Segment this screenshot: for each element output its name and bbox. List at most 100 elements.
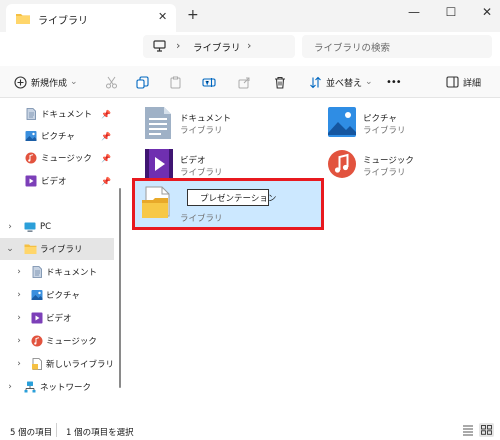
large-icons-view-button[interactable] (479, 423, 494, 437)
delete-button[interactable] (272, 73, 288, 91)
library-item-pictures[interactable]: ピクチャ ライブラリ (327, 104, 447, 144)
details-view-icon[interactable] (462, 425, 474, 439)
title-bar: ライブラリ ✕ + — ☐ ✕ (0, 0, 500, 32)
scrollbar-thumb[interactable] (119, 188, 121, 388)
chevron-down-icon[interactable]: ⌄ (5, 244, 15, 254)
chevron-right-icon[interactable]: › (14, 336, 24, 346)
new-button[interactable]: 新規作成 ⌄ (12, 73, 78, 91)
item-count: 5 個の項目 (10, 428, 53, 438)
item-type: ライブラリ (180, 126, 223, 136)
chevron-right-icon[interactable]: › (14, 290, 24, 300)
sidebar-item-documents[interactable]: › ドキュメント (0, 261, 114, 283)
pictures-icon (25, 130, 37, 142)
video-icon (144, 148, 174, 183)
tab-close-icon[interactable]: ✕ (158, 10, 167, 23)
rename-button[interactable] (201, 73, 217, 91)
sidebar-item-network[interactable]: › ネットワーク (0, 376, 114, 398)
tab-title: ライブラリ (38, 16, 88, 27)
pc-icon (24, 221, 36, 233)
new-tab-button[interactable]: + (187, 8, 199, 22)
sidebar-item-libraries[interactable]: ⌄ ライブラリ (0, 238, 114, 260)
sidebar-item-label: ミュージック (46, 337, 97, 347)
folder-icon (24, 243, 37, 255)
chevron-right-icon[interactable]: › (14, 267, 24, 277)
paste-button[interactable] (167, 73, 183, 91)
details-button[interactable]: 詳細 (444, 73, 481, 91)
pin-icon: 📌 (101, 131, 111, 141)
sidebar-item-label: ミュージック (41, 154, 92, 164)
sidebar-item-label: ビデオ (46, 314, 72, 324)
sidebar-item-label: ビデオ (41, 177, 67, 187)
chevron-right-icon[interactable]: › (5, 222, 15, 232)
share-icon (236, 74, 252, 90)
sidebar-item-pc[interactable]: › PC (0, 216, 114, 238)
network-icon (24, 381, 36, 393)
more-options-button[interactable]: ••• (386, 73, 402, 91)
navigation-pane: ドキュメント 📌 ピクチャ 📌 ミュージック 📌 ビデオ 📌 › PC ⌄ ライ… (0, 98, 118, 412)
sidebar-item-label: ライブラリ (40, 245, 83, 255)
rename-icon (201, 74, 217, 90)
rename-input[interactable]: プレゼンテーション (187, 189, 276, 206)
quick-access-documents[interactable]: ドキュメント 📌 (0, 103, 114, 125)
close-window-button[interactable]: ✕ (479, 4, 495, 20)
sidebar-item-label: 新しいライブラリ (46, 360, 115, 370)
status-divider (56, 423, 57, 437)
details-pane-icon (444, 74, 460, 90)
chevron-right-icon[interactable]: › (5, 382, 15, 392)
item-type: ライブラリ (363, 168, 406, 178)
music-icon (31, 335, 43, 347)
sidebar-item-music[interactable]: › ミュージック (0, 330, 114, 352)
sort-label: 並べ替え (326, 78, 363, 89)
sidebar-item-new-library[interactable]: › 新しいライブラリ (0, 353, 114, 375)
music-icon (25, 152, 37, 164)
video-icon (25, 175, 37, 187)
music-icon (327, 148, 357, 183)
sort-button[interactable]: 並べ替え ⌄ (307, 73, 373, 91)
tab-libraries[interactable]: ライブラリ ✕ (6, 4, 176, 32)
share-button[interactable] (236, 73, 252, 91)
quick-access-videos[interactable]: ビデオ 📌 (0, 170, 114, 192)
breadcrumb-chevron[interactable]: › (247, 39, 251, 52)
item-type: ライブラリ (180, 168, 223, 178)
sidebar-item-pictures[interactable]: › ピクチャ (0, 284, 114, 306)
monitor-icon (153, 40, 166, 55)
copy-button[interactable] (134, 73, 150, 91)
quick-access-pictures[interactable]: ピクチャ 📌 (0, 125, 114, 147)
minimize-button[interactable]: — (406, 4, 422, 20)
library-item-music[interactable]: ミュージック ライブラリ (327, 146, 447, 186)
cut-button[interactable] (103, 73, 119, 91)
new-library-icon (31, 358, 43, 370)
chevron-right-icon[interactable]: › (14, 313, 24, 323)
item-name: ピクチャ (363, 114, 397, 124)
library-item-documents[interactable]: ドキュメント ライブラリ (144, 104, 264, 144)
item-name: ビデオ (180, 156, 206, 166)
clipboard-icon (167, 74, 183, 90)
sidebar-item-label: ピクチャ (41, 132, 75, 142)
trash-icon (272, 74, 288, 90)
breadcrumb-libraries[interactable]: ライブラリ (193, 40, 241, 54)
item-name: ドキュメント (180, 114, 232, 124)
sort-icon (307, 74, 323, 90)
maximize-button[interactable]: ☐ (443, 4, 459, 20)
search-placeholder: ライブラリの検索 (314, 43, 391, 54)
library-item-videos[interactable]: ビデオ ライブラリ (144, 146, 264, 186)
new-label: 新規作成 (31, 78, 68, 89)
document-icon (25, 108, 37, 120)
new-library-icon (141, 186, 175, 223)
command-bar: 新規作成 ⌄ 並べ替え ⌄ ••• 詳細 (0, 66, 500, 98)
document-icon (144, 106, 172, 143)
sidebar-item-videos[interactable]: › ビデオ (0, 307, 114, 329)
chevron-right-icon[interactable]: › (14, 359, 24, 369)
document-icon (31, 266, 43, 278)
sidebar-item-label: PC (40, 222, 52, 232)
sidebar-item-label: ネットワーク (40, 383, 92, 393)
details-label: 詳細 (463, 78, 482, 89)
search-input[interactable]: ライブラリの検索 (302, 35, 492, 58)
address-field[interactable]: › ライブラリ › (143, 35, 295, 58)
folder-icon (15, 12, 31, 28)
pictures-icon (31, 289, 43, 301)
copy-icon (134, 74, 150, 90)
quick-access-music[interactable]: ミュージック 📌 (0, 147, 114, 169)
pin-icon: 📌 (101, 153, 111, 163)
sidebar-item-label: ドキュメント (46, 268, 98, 278)
